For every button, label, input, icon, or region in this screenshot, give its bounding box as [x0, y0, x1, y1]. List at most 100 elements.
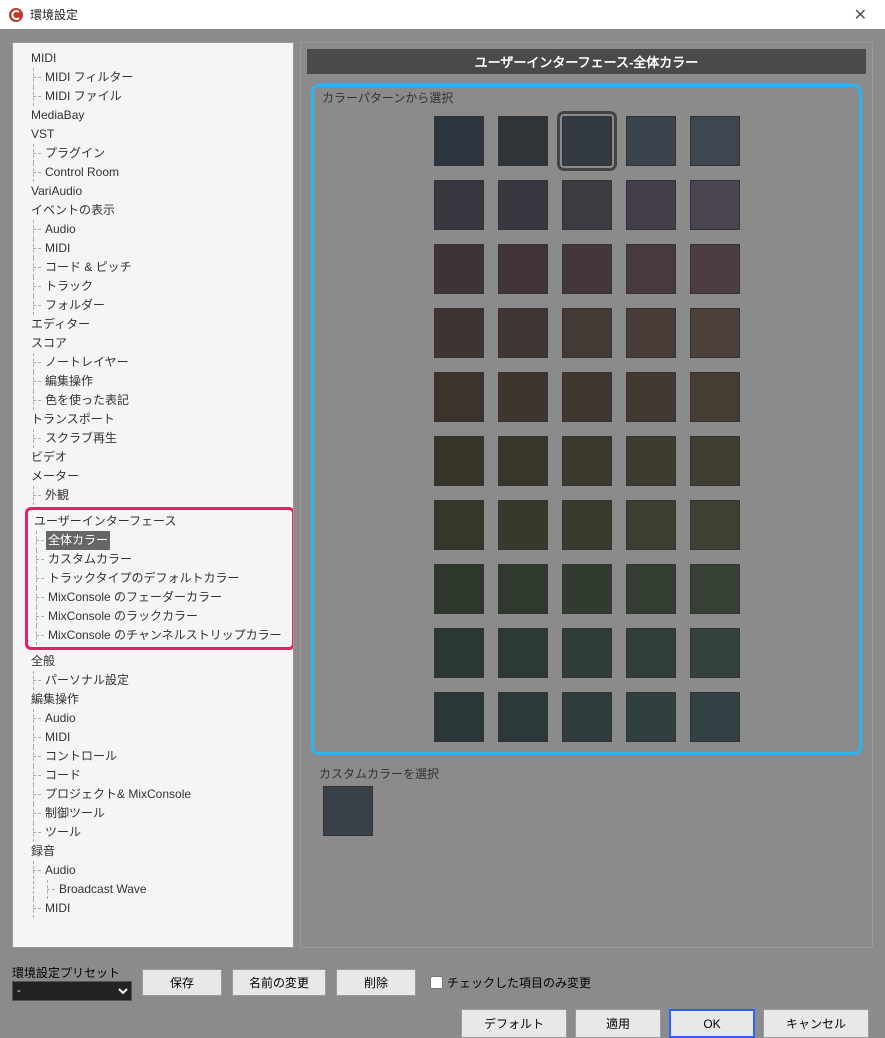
color-swatch[interactable]	[690, 244, 740, 294]
color-swatch[interactable]	[690, 692, 740, 742]
color-swatch[interactable]	[690, 564, 740, 614]
tree-video[interactable]: ビデオ	[29, 448, 69, 467]
color-swatch[interactable]	[626, 436, 676, 486]
color-swatch[interactable]	[690, 308, 740, 358]
tree-ev-folder[interactable]: フォルダー	[43, 296, 107, 315]
color-swatch[interactable]	[434, 244, 484, 294]
color-swatch[interactable]	[562, 180, 612, 230]
color-swatch[interactable]	[434, 372, 484, 422]
tree-rec-bwave[interactable]: Broadcast Wave	[57, 880, 149, 899]
color-swatch[interactable]	[626, 372, 676, 422]
color-swatch[interactable]	[498, 244, 548, 294]
tree-rec-audio[interactable]: Audio	[43, 861, 78, 880]
color-swatch[interactable]	[498, 308, 548, 358]
delete-button[interactable]: 削除	[336, 969, 416, 996]
custom-color-swatch[interactable]	[323, 786, 373, 836]
tree-midi-filter[interactable]: MIDI フィルター	[43, 68, 135, 87]
tree-general[interactable]: 全般	[29, 652, 57, 671]
color-swatch[interactable]	[498, 500, 548, 550]
color-swatch[interactable]	[434, 436, 484, 486]
color-swatch[interactable]	[434, 628, 484, 678]
color-swatch[interactable]	[498, 692, 548, 742]
tree-ui-tracktype[interactable]: トラックタイプのデフォルトカラー	[46, 569, 242, 588]
color-swatch[interactable]	[626, 244, 676, 294]
tree-ui-mixfader[interactable]: MixConsole のフェーダーカラー	[46, 588, 224, 607]
tree-event-display[interactable]: イベントの表示	[29, 201, 117, 220]
color-swatch[interactable]	[434, 116, 484, 166]
tree-transport[interactable]: トランスポート	[29, 410, 117, 429]
color-swatch[interactable]	[626, 180, 676, 230]
tree-ui-global[interactable]: 全体カラー	[46, 531, 110, 550]
tree-ui-mixrack[interactable]: MixConsole のラックカラー	[46, 607, 200, 626]
color-swatch[interactable]	[690, 372, 740, 422]
color-swatch[interactable]	[690, 180, 740, 230]
tree-vst[interactable]: VST	[29, 125, 56, 144]
color-swatch[interactable]	[562, 308, 612, 358]
tree-ev-track[interactable]: トラック	[43, 277, 95, 296]
color-swatch[interactable]	[562, 564, 612, 614]
tree-eo-control[interactable]: コントロール	[43, 747, 119, 766]
color-swatch[interactable]	[626, 692, 676, 742]
color-swatch[interactable]	[562, 692, 612, 742]
tree-eo-chord[interactable]: コード	[43, 766, 83, 785]
tree-score[interactable]: スコア	[29, 334, 69, 353]
tree-meter[interactable]: メーター	[29, 467, 81, 486]
tree-eo-audio[interactable]: Audio	[43, 709, 78, 728]
tree-eo-tools[interactable]: ツール	[43, 823, 83, 842]
color-swatch[interactable]	[434, 308, 484, 358]
color-swatch[interactable]	[498, 180, 548, 230]
color-swatch[interactable]	[498, 116, 548, 166]
tree-editor[interactable]: エディター	[29, 315, 92, 334]
tree-eo-tool[interactable]: 制御ツール	[43, 804, 107, 823]
color-swatch[interactable]	[434, 564, 484, 614]
color-swatch[interactable]	[562, 244, 612, 294]
tree-rec-midi[interactable]: MIDI	[43, 899, 72, 918]
color-swatch[interactable]	[690, 436, 740, 486]
tree-ev-audio[interactable]: Audio	[43, 220, 78, 239]
color-swatch[interactable]	[626, 500, 676, 550]
tree-eo-midi[interactable]: MIDI	[43, 728, 72, 747]
tree-mediabay[interactable]: MediaBay	[29, 106, 86, 125]
tree-personal[interactable]: パーソナル設定	[43, 671, 131, 690]
tree-record[interactable]: 録音	[29, 842, 57, 861]
color-swatch[interactable]	[562, 372, 612, 422]
tree-midi-file[interactable]: MIDI ファイル	[43, 87, 124, 106]
color-swatch[interactable]	[498, 372, 548, 422]
tree-scrub[interactable]: スクラブ再生	[43, 429, 119, 448]
only-checked-checkbox[interactable]	[430, 976, 443, 989]
tree-midi[interactable]: MIDI	[29, 49, 58, 68]
color-swatch[interactable]	[434, 500, 484, 550]
tree-score-colornote[interactable]: 色を使った表記	[43, 391, 131, 410]
tree-plugin[interactable]: プラグイン	[43, 144, 107, 163]
save-button[interactable]: 保存	[142, 969, 222, 996]
color-swatch[interactable]	[626, 116, 676, 166]
color-swatch[interactable]	[562, 628, 612, 678]
tree-variaudio[interactable]: VariAudio	[29, 182, 84, 201]
tree-eo-proj[interactable]: プロジェクト& MixConsole	[43, 785, 193, 804]
color-swatch[interactable]	[690, 500, 740, 550]
color-swatch[interactable]	[498, 564, 548, 614]
tree-editop[interactable]: 編集操作	[29, 690, 81, 709]
color-swatch[interactable]	[434, 180, 484, 230]
tree-ui[interactable]: ユーザーインターフェース	[32, 512, 178, 531]
color-swatch[interactable]	[498, 436, 548, 486]
color-swatch[interactable]	[498, 628, 548, 678]
tree-ev-midi[interactable]: MIDI	[43, 239, 72, 258]
color-swatch[interactable]	[690, 628, 740, 678]
preset-select[interactable]: -	[12, 981, 132, 1001]
only-checked-label[interactable]: チェックした項目のみ変更	[430, 974, 591, 991]
tree-score-notelayer[interactable]: ノートレイヤー	[43, 353, 131, 372]
tree-score-editop[interactable]: 編集操作	[43, 372, 95, 391]
tree-meter-appearance[interactable]: 外観	[43, 486, 71, 505]
tree-ui-custom[interactable]: カスタムカラー	[46, 550, 134, 569]
color-swatch[interactable]	[690, 116, 740, 166]
color-swatch[interactable]	[562, 116, 612, 166]
color-swatch[interactable]	[626, 628, 676, 678]
tree-control-room[interactable]: Control Room	[43, 163, 121, 182]
tree-ev-chord[interactable]: コード & ピッチ	[43, 258, 134, 277]
color-swatch[interactable]	[626, 308, 676, 358]
color-swatch[interactable]	[434, 692, 484, 742]
color-swatch[interactable]	[626, 564, 676, 614]
color-swatch[interactable]	[562, 500, 612, 550]
close-icon[interactable]: ✕	[844, 5, 877, 25]
